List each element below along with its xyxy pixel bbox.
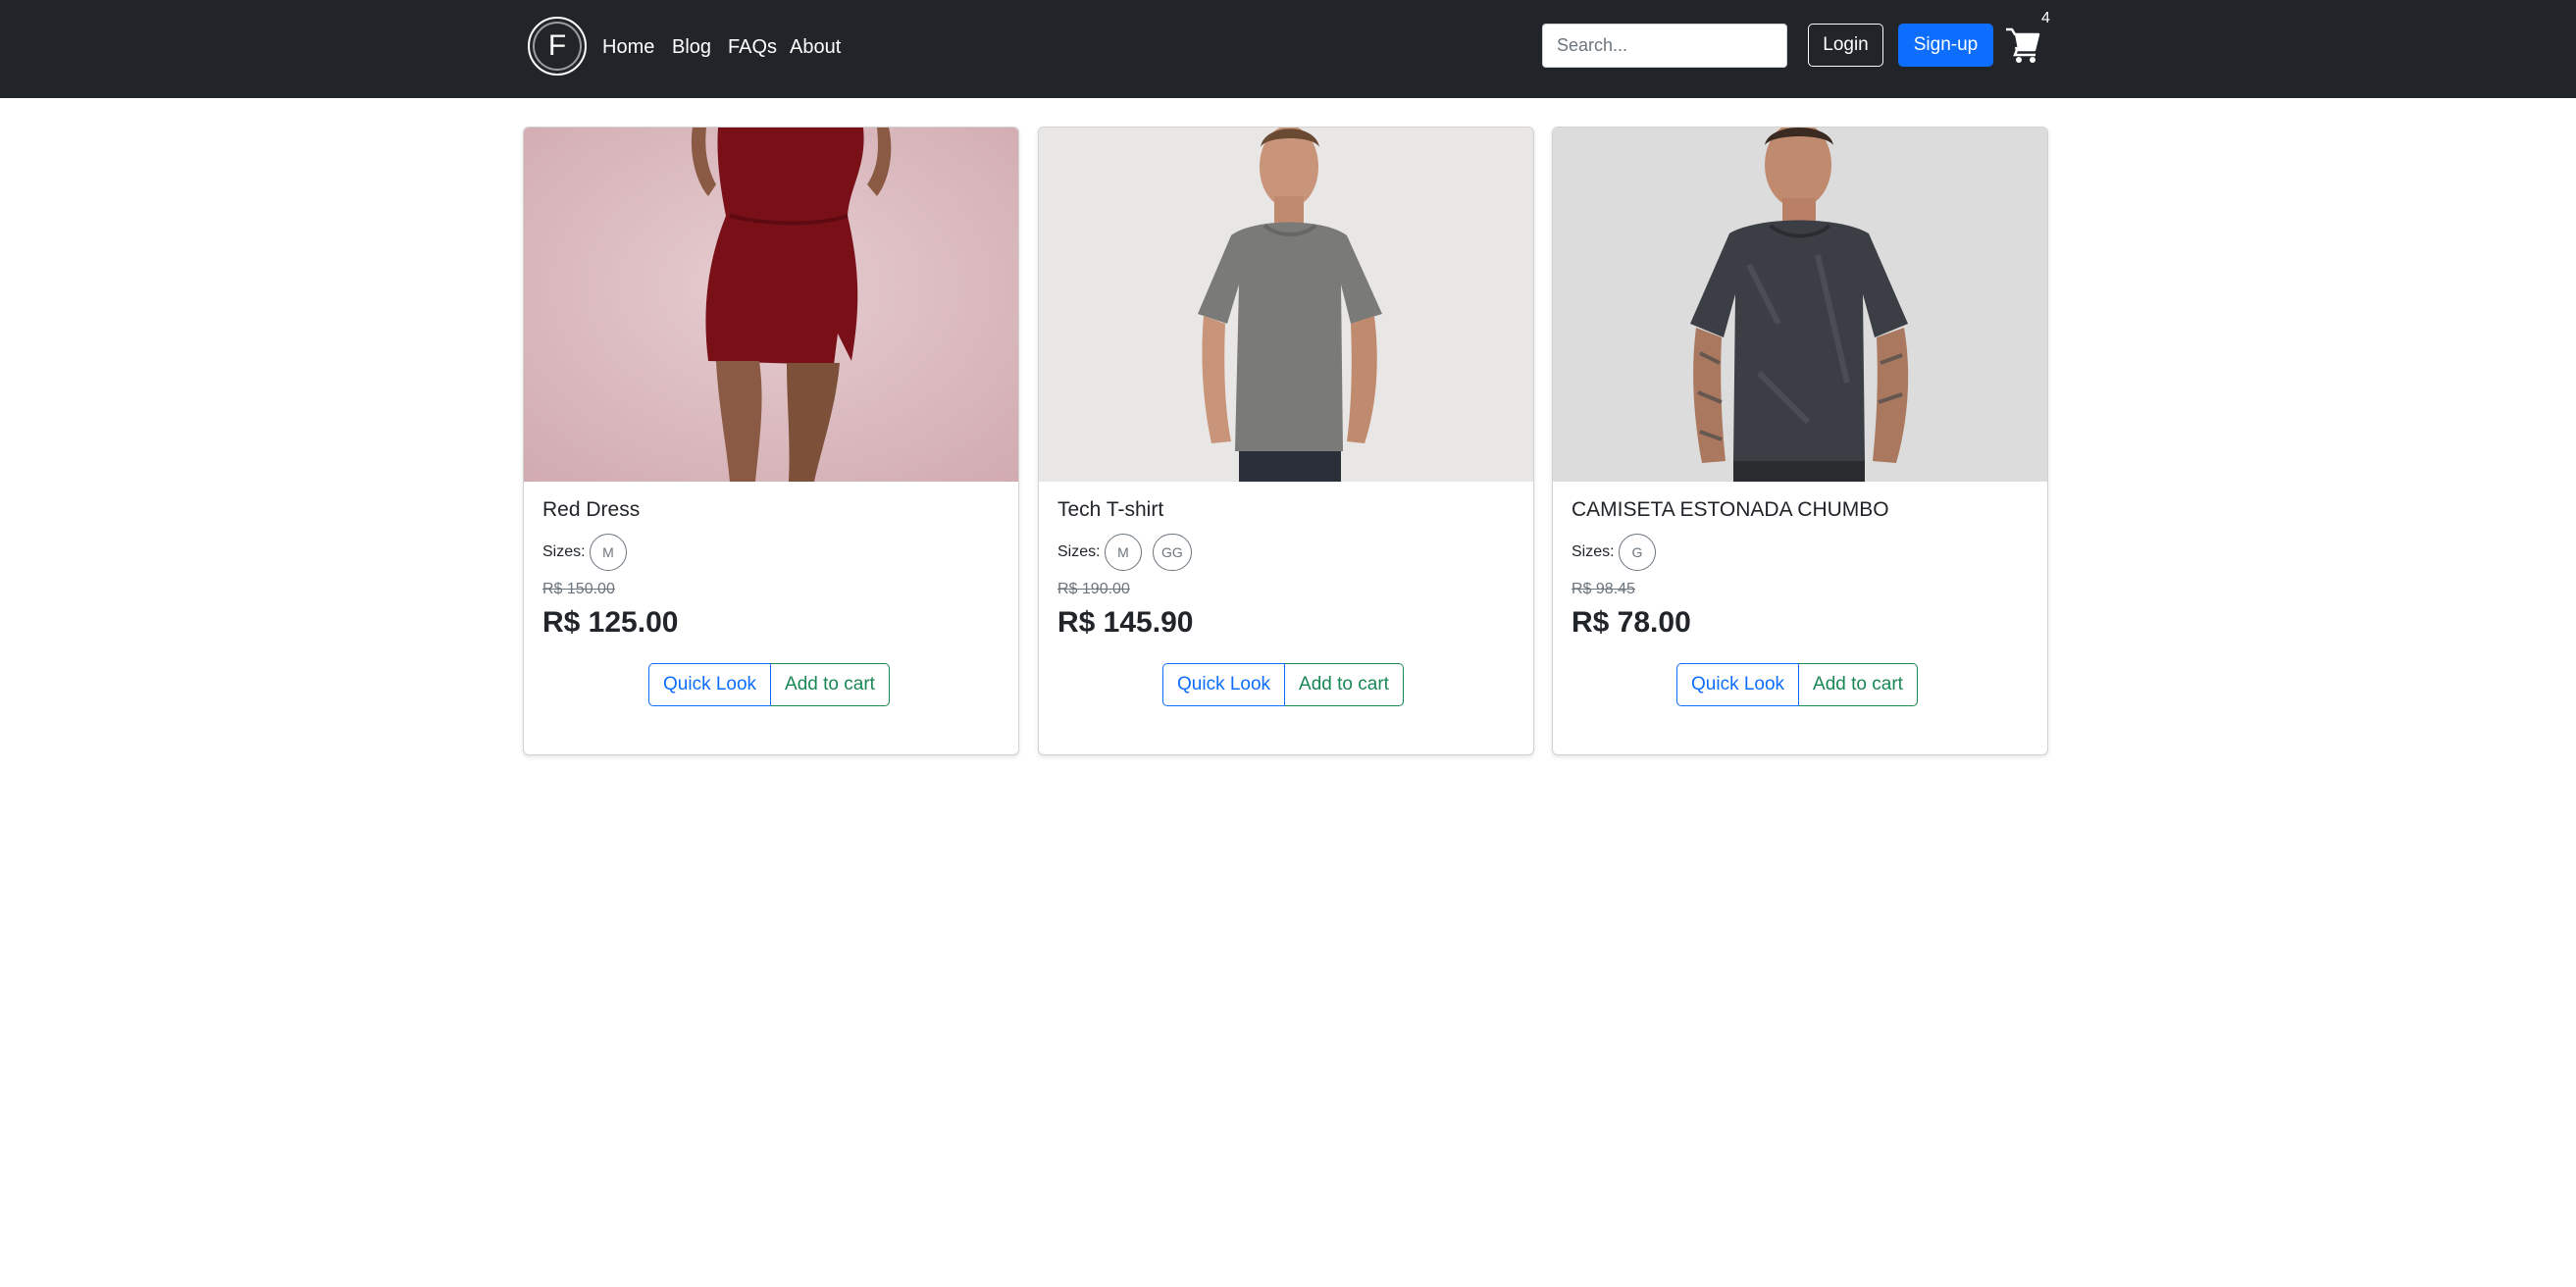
size-option[interactable]: G — [1619, 534, 1656, 571]
search-input[interactable] — [1542, 24, 1787, 68]
add-to-cart-button[interactable]: Add to cart — [771, 663, 890, 706]
product-price: R$ 125.00 — [542, 606, 679, 639]
old-price: R$ 190.00 — [1057, 581, 1130, 597]
product-card: CAMISETA ESTONADA CHUMBO Sizes: G R$ 98.… — [1552, 127, 2048, 755]
old-price: R$ 98.45 — [1571, 581, 1635, 597]
sizes-label: Sizes: — [542, 543, 586, 560]
signup-button[interactable]: Sign-up — [1898, 24, 1993, 67]
product-image[interactable] — [524, 128, 1018, 482]
product-card: Tech T-shirt Sizes: M GG R$ 190.00 R$ 14… — [1038, 127, 1534, 755]
sizes-label: Sizes: — [1057, 543, 1101, 560]
cart-count-badge: 4 — [2041, 10, 2050, 26]
sizes-label: Sizes: — [1571, 543, 1615, 560]
product-actions: Quick Look Add to cart — [1162, 663, 1404, 706]
product-title[interactable]: CAMISETA ESTONADA CHUMBO — [1571, 498, 1889, 522]
product-price: R$ 78.00 — [1571, 606, 1691, 639]
add-to-cart-button[interactable]: Add to cart — [1285, 663, 1404, 706]
cart-icon[interactable] — [2005, 24, 2040, 65]
size-option[interactable]: GG — [1153, 534, 1192, 571]
product-title[interactable]: Red Dress — [542, 498, 640, 522]
quick-look-button[interactable]: Quick Look — [648, 663, 772, 706]
product-image[interactable] — [1553, 128, 2047, 482]
product-actions: Quick Look Add to cart — [1676, 663, 1918, 706]
product-title[interactable]: Tech T-shirt — [1057, 498, 1163, 522]
nav-link-faqs[interactable]: FAQs — [728, 29, 777, 65]
old-price: R$ 150.00 — [542, 581, 615, 597]
quick-look-button[interactable]: Quick Look — [1162, 663, 1286, 706]
login-button[interactable]: Login — [1808, 24, 1883, 67]
size-option[interactable]: M — [590, 534, 627, 571]
size-option[interactable]: M — [1105, 534, 1142, 571]
product-image[interactable] — [1039, 128, 1533, 482]
add-to-cart-button[interactable]: Add to cart — [1799, 663, 1918, 706]
product-actions: Quick Look Add to cart — [648, 663, 890, 706]
navbar: F Home Blog FAQs About Login Sign-up 4 — [0, 0, 2576, 98]
nav-link-home[interactable]: Home — [602, 29, 654, 65]
product-card: Red Dress Sizes: M R$ 150.00 R$ 125.00 Q… — [523, 127, 1019, 755]
quick-look-button[interactable]: Quick Look — [1676, 663, 1800, 706]
nav-link-blog[interactable]: Blog — [672, 29, 711, 65]
brand-logo[interactable]: F — [528, 17, 587, 76]
product-price: R$ 145.90 — [1057, 606, 1194, 639]
nav-link-about[interactable]: About — [790, 29, 841, 65]
